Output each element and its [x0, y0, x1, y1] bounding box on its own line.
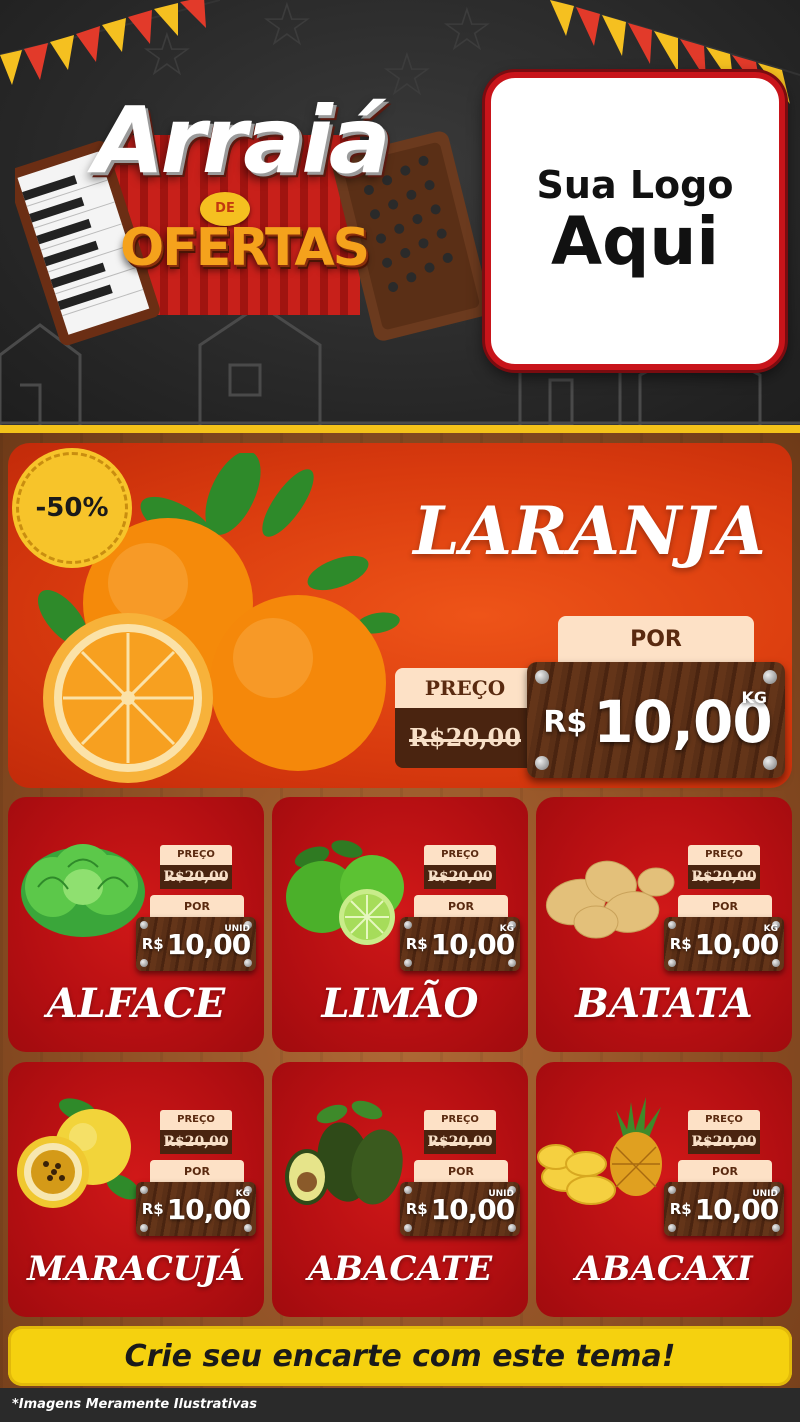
product-card[interactable]: PREÇO R$20,00 POR R$ 10,00 KG LIMÃO [272, 797, 528, 1052]
por-label: POR [150, 895, 244, 919]
por-label: POR [414, 1160, 508, 1184]
old-price: R$20,00 [688, 1130, 760, 1154]
product-name: ALFACE [46, 980, 226, 1027]
preco-label: PREÇO [688, 845, 760, 865]
featured-old-price-box: PREÇO R$20,00 [395, 668, 535, 768]
product-name: ABACAXI [575, 1249, 753, 1289]
product-name: MARACUJÁ [27, 1249, 245, 1289]
preco-label: PREÇO [160, 845, 232, 865]
header-divider [0, 425, 800, 433]
star-decoration-icon: ☆ [440, 0, 494, 65]
por-label: POR [678, 1160, 772, 1184]
preco-label: PREÇO [688, 1110, 760, 1130]
cta-banner[interactable]: Crie seu encarte com este tema! [8, 1326, 792, 1386]
product-name: ABACATE [307, 1249, 493, 1289]
price-currency: R$ [405, 1200, 428, 1218]
product-card[interactable]: PREÇO R$20,00 POR R$ 10,00 KG MARACUJÁ [8, 1062, 264, 1317]
old-price: R$20,00 [160, 1130, 232, 1154]
product-card[interactable]: PREÇO R$20,00 POR R$ 10,00 UNID ABACATE [272, 1062, 528, 1317]
preco-label: PREÇO [424, 845, 496, 865]
star-decoration-icon: ☆ [260, 0, 314, 60]
title-arraia: Arraiá [93, 87, 391, 194]
product-name: BATATA [575, 980, 753, 1027]
product-name: LIMÃO [321, 980, 479, 1027]
old-price: R$20,00 [424, 865, 496, 889]
price-currency: R$ [669, 1200, 692, 1218]
featured-old-price: R$20,00 [395, 708, 535, 768]
old-price: R$20,00 [688, 865, 760, 889]
old-price: R$20,00 [424, 1130, 496, 1154]
preco-label: PREÇO [424, 1110, 496, 1130]
discount-badge: -50% [16, 452, 128, 564]
price-unit: KG [235, 1189, 250, 1199]
por-label: POR [150, 1160, 244, 1184]
price-currency: R$ [669, 935, 692, 953]
featured-product-name: LARANJA [413, 492, 767, 570]
logo-placeholder[interactable]: Sua Logo Aqui [485, 72, 785, 370]
price-unit: KG [499, 924, 514, 934]
product-card[interactable]: PREÇO R$20,00 POR R$ 10,00 UNID ABACAXI [536, 1062, 792, 1317]
featured-price: R$ 10,00 KG [540, 682, 775, 762]
price: R$ 10,00 KG [138, 1186, 254, 1232]
price-unit: KG [763, 924, 778, 934]
product-card[interactable]: PREÇO R$20,00 POR R$ 10,00 UNID ALFACE [8, 797, 264, 1052]
price: R$ 10,00 UNID [666, 1186, 782, 1232]
price-currency: R$ [141, 1200, 164, 1218]
title-ofertas: OFERTAS [120, 218, 370, 278]
header: ☆ ☆ ☆ ☆ Arraiá DE OFERTAS Sua Logo Aqui [0, 0, 800, 425]
old-price: R$20,00 [160, 865, 232, 889]
product-card[interactable]: PREÇO R$20,00 POR R$ 10,00 KG BATATA [536, 797, 792, 1052]
featured-price-currency: R$ [543, 704, 588, 740]
price: R$ 10,00 UNID [402, 1186, 518, 1232]
logo-text-line1: Sua Logo [536, 163, 734, 208]
price: R$ 10,00 KG [666, 921, 782, 967]
featured-preco-label: PREÇO [395, 668, 535, 708]
price-currency: R$ [141, 935, 164, 953]
disclaimer-text: *Imagens Meramente Ilustrativas [0, 1390, 800, 1422]
logo-text-line2: Aqui [551, 203, 719, 281]
featured-price-unit: KG [741, 688, 767, 707]
price-unit: UNID [488, 1189, 514, 1199]
price-unit: UNID [752, 1189, 778, 1199]
por-label: POR [678, 895, 772, 919]
price-unit: UNID [224, 924, 250, 934]
price: R$ 10,00 UNID [138, 921, 254, 967]
preco-label: PREÇO [160, 1110, 232, 1130]
price: R$ 10,00 KG [402, 921, 518, 967]
featured-por-label: POR [558, 616, 754, 664]
por-label: POR [414, 895, 508, 919]
price-currency: R$ [405, 935, 428, 953]
